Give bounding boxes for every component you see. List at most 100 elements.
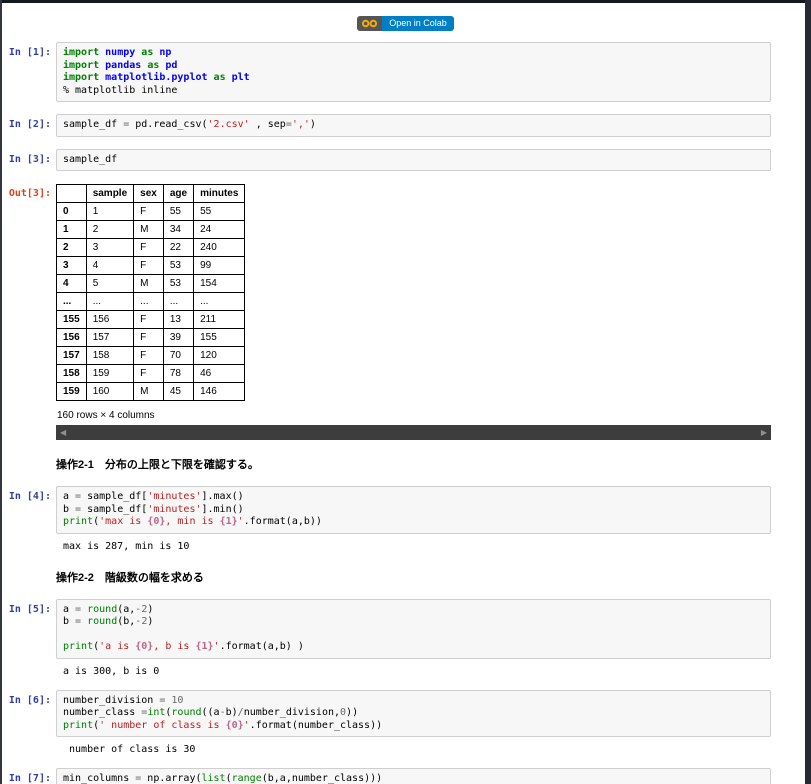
code-token: import	[63, 72, 100, 83]
code-line: sample_df	[63, 154, 764, 167]
table-row: 159 160 M 45 146	[56, 382, 246, 401]
code-line: sample_df = pd.read_csv('2.csv' , sep=',…	[63, 119, 764, 132]
code-token: % matplotlib inline	[63, 84, 178, 96]
code-token: a	[63, 491, 76, 502]
code-input-area[interactable]: min_columns = np.array(list(range(b,a,nu…	[56, 768, 771, 784]
code-token: np.array(	[141, 773, 202, 784]
table-row: 158 159 F 78 46	[56, 364, 246, 383]
vertical-scrollbar-track[interactable]	[805, 0, 811, 784]
code-token: b	[63, 616, 76, 627]
input-prompt: In [7]:	[8, 773, 51, 784]
horizontal-scrollbar[interactable]: ◀ ▶	[56, 425, 771, 440]
code-token: numpy	[105, 47, 136, 58]
row-index: 157	[56, 346, 87, 365]
scroll-right-icon[interactable]: ▶	[761, 425, 767, 440]
code-line: a = sample_df['minutes'].max()	[63, 491, 764, 504]
code-token: 10	[171, 694, 184, 706]
code-token: {1}	[195, 641, 214, 652]
table-row: 2 3 F 22 240	[56, 238, 246, 257]
code-token: print	[63, 641, 94, 652]
open-in-colab-badge[interactable]: Open in Colab	[357, 16, 454, 32]
output-prompt: Out[3]:	[8, 188, 51, 199]
table-cell: 55	[193, 202, 246, 221]
input-prompt: In [5]:	[8, 603, 51, 615]
code-token: matplotlib.pyplot	[105, 72, 208, 83]
code-input-area[interactable]: a = round(a,-2) b = round(b,-2) print('a …	[56, 598, 771, 659]
table-cell: 154	[193, 274, 246, 293]
table-cell: M	[133, 220, 164, 239]
code-token: , min is	[165, 516, 220, 527]
code-token: round	[87, 603, 118, 615]
code-token: (b,	[117, 616, 136, 627]
table-cell: 211	[193, 310, 246, 329]
code-token: (a,	[117, 603, 136, 615]
row-index: 4	[56, 274, 87, 293]
table-row: 157 158 F 70 120	[56, 346, 246, 365]
table-row: 1 2 M 34 24	[56, 220, 246, 239]
row-index: ...	[56, 292, 87, 311]
table-cell: 34	[162, 220, 195, 239]
cell-content-area: sample_df	[56, 148, 771, 171]
input-prompt: In [1]:	[8, 47, 51, 58]
row-index: 1	[56, 220, 87, 239]
code-input-area[interactable]: import numpy as np import pandas as pd imp…	[56, 42, 771, 102]
table-body: 0 1 F 55 55 1 2 M 34 24 2 3 F 22 240 3 4 F 53 99 4 5 M 53 154...…	[56, 202, 246, 401]
code-token: print	[63, 719, 94, 731]
code-token: sample_df[	[81, 503, 148, 515]
code-line: number_division = 10	[63, 695, 764, 708]
input-prompt	[4, 569, 51, 574]
table-summary: 160 rows × 4 columns	[57, 410, 155, 421]
code-input-area[interactable]: number_division = 10 number_class =int(ro…	[56, 689, 771, 737]
input-prompt	[4, 456, 51, 461]
table-row: 155 156 F 13 211	[56, 310, 246, 329]
row-index: 0	[56, 202, 87, 221]
table-cell: ...	[133, 292, 164, 311]
code-input-area[interactable]: a = sample_df['minutes'].max() b = sample…	[56, 486, 771, 534]
code-token: number_class	[63, 707, 142, 718]
notebook-cell: In [6]: number_division = 10 number_class …	[4, 689, 811, 757]
table-cell: 158	[85, 346, 135, 365]
code-token: {0}	[135, 641, 154, 652]
table-cell: 55	[162, 202, 195, 221]
table-cell: F	[133, 202, 164, 221]
code-input-area[interactable]: sample_df	[56, 148, 771, 171]
window-top-border	[0, 0, 811, 3]
code-token: sample_df	[63, 119, 124, 130]
code-token: '2.csv'	[207, 119, 250, 130]
input-prompt: In [6]:	[8, 694, 51, 706]
notebook-cell: In [1]: import numpy as np import pandas a…	[4, 42, 811, 102]
table-cell: 5	[85, 274, 135, 293]
table-row: 0 1 F 55 55	[56, 202, 246, 221]
code-token: 'max is	[99, 516, 148, 527]
code-token: as	[213, 72, 226, 83]
code-token: a	[63, 603, 76, 615]
table-cell: F	[133, 346, 164, 365]
table-cell: 155	[193, 328, 246, 347]
code-token: 'minutes'	[147, 503, 202, 515]
section-heading: 操作2-2 階級数の幅を求める	[56, 571, 204, 584]
row-index: 3	[56, 256, 87, 275]
code-input-area[interactable]: sample_df = pd.read_csv('2.csv' , sep=',…	[56, 114, 771, 137]
input-prompt: In [4]:	[8, 491, 51, 502]
scroll-left-icon[interactable]: ◀	[60, 425, 66, 440]
table-cell: 53	[162, 274, 195, 293]
notebook-cell: 操作2-2 階級数の幅を求める	[4, 569, 811, 585]
table-cell: 120	[193, 346, 246, 365]
code-token: b	[63, 503, 76, 515]
code-token: )	[147, 603, 154, 615]
code-token: .format(number_class))	[249, 719, 383, 731]
table-cell: F	[133, 238, 164, 257]
code-token: {0}	[225, 719, 244, 731]
code-token: pandas	[105, 59, 142, 71]
code-token: ))	[346, 707, 359, 718]
notebook-cell: In [4]: a = sample_df['minutes'].max() b =…	[4, 486, 811, 553]
code-token: min_columns	[63, 773, 136, 784]
code-token: .format(a,b) )	[219, 641, 304, 652]
code-line: import pandas as pd	[63, 60, 764, 73]
code-token: pd	[165, 59, 178, 71]
code-token: import	[63, 59, 100, 71]
notebook-cell: In [5]: a = round(a,-2) b = round(b,-2) pr…	[4, 598, 811, 678]
notebook-cell: In [2]: sample_df = pd.read_csv('2.csv' ,…	[4, 114, 811, 137]
row-index: 158	[56, 364, 87, 383]
code-token: int	[147, 707, 166, 718]
